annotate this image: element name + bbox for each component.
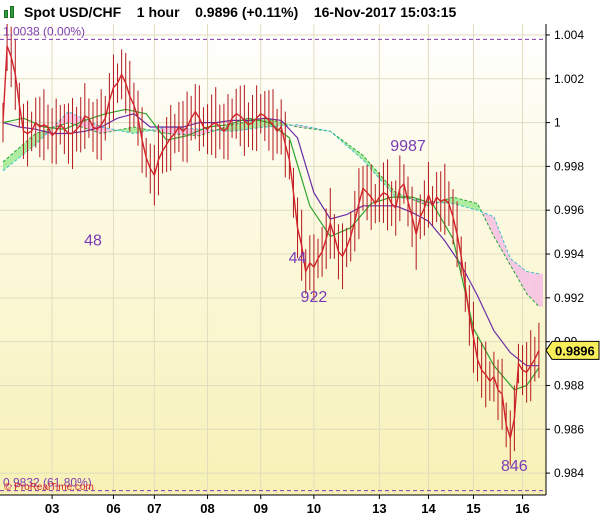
y-tick-label: 0.998 xyxy=(554,159,584,173)
x-tick-label: 03 xyxy=(45,501,59,516)
cloud-segment xyxy=(5,158,8,170)
cloud-segment xyxy=(522,268,525,290)
cloud-segment xyxy=(528,271,531,298)
price-chart[interactable]: 1.0038 (0.00%)0.9832 (61.80%) 4844922998… xyxy=(0,0,600,519)
y-tick-label: 0.986 xyxy=(554,422,584,436)
cloud-segment xyxy=(538,273,541,307)
cloud-segment xyxy=(471,201,474,210)
cloud-segment xyxy=(461,199,464,207)
price-annotation: 44 xyxy=(289,250,307,267)
cloud-segment xyxy=(467,200,470,209)
x-tick-label: 08 xyxy=(200,501,214,516)
y-tick-label: 0.984 xyxy=(554,466,584,480)
x-tick-label: 15 xyxy=(466,501,480,516)
y-tick-label: 0.988 xyxy=(554,378,584,392)
y-tick-label: 1 xyxy=(554,116,561,130)
cloud-segment xyxy=(540,273,543,307)
x-tick-label: 10 xyxy=(307,501,321,516)
cloud-segment xyxy=(469,201,472,209)
y-axis: 0.9840.9860.9880.990.9920.9940.9960.9981… xyxy=(546,28,584,480)
cloud-segment xyxy=(459,198,462,206)
cloud-segment xyxy=(526,271,529,296)
cloud-segment xyxy=(475,203,478,211)
fib-level-label: 1.0038 (0.00%) xyxy=(3,24,85,38)
cloud-segment xyxy=(532,272,535,303)
x-tick-label: 07 xyxy=(147,501,161,516)
cloud-segment xyxy=(463,199,466,207)
x-axis: 03 06 07 08 09 10 13 14 15 16 xyxy=(45,495,530,516)
y-tick-label: 0.996 xyxy=(554,203,584,217)
y-tick-label: 0.994 xyxy=(554,247,584,261)
cloud-segment xyxy=(536,273,539,307)
y-tick-label: 0.992 xyxy=(554,291,584,305)
price-annotation: 9987 xyxy=(390,138,426,155)
x-tick-label: 14 xyxy=(421,501,436,516)
x-tick-label: 09 xyxy=(253,501,267,516)
cloud-segment xyxy=(473,202,476,210)
cloud-segment xyxy=(530,272,533,301)
cloud-segment xyxy=(534,273,537,305)
current-price-tag: 0.9896 xyxy=(545,340,600,360)
price-annotation: 846 xyxy=(501,458,528,475)
cloud-segment xyxy=(131,126,134,134)
y-tick-label: 1.004 xyxy=(554,28,584,42)
x-tick-label: 16 xyxy=(515,501,529,516)
x-tick-label: 13 xyxy=(372,501,386,516)
x-tick-label: 06 xyxy=(106,501,120,516)
price-annotation: 922 xyxy=(301,289,328,306)
y-tick-label: 1.002 xyxy=(554,72,584,86)
cloud-segment xyxy=(133,126,136,134)
cloud-segment xyxy=(465,200,468,208)
price-annotation: 48 xyxy=(84,232,102,249)
watermark: © ProRealTime.com xyxy=(4,482,94,493)
price-tag-value: 0.9896 xyxy=(555,343,595,358)
